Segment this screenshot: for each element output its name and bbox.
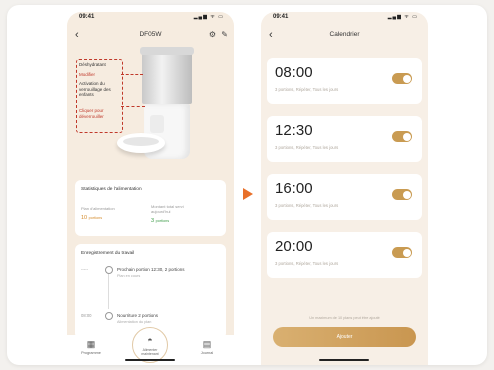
timeline-dot-icon [105,312,113,320]
status-time: 09:41 [79,14,95,20]
log-time: 08:00 [81,313,92,318]
callout-leader [121,74,143,75]
schedule-item[interactable]: 16:00 3 portions, Répéter, Tous les jour… [267,174,422,220]
log-title: Enregistrement du travail [81,251,135,256]
schedule-detail: 3 portions, Répéter, Tous les jours [275,261,339,266]
timeline-line [108,273,109,309]
log-text: Nourriture 2 portions [117,313,159,318]
log-subtext: Alimentation du plan [117,320,152,324]
status-bar: 09:41 ▂▄▆ ᯤ ▭ [67,12,234,26]
log-time: ----- [81,267,88,272]
schedule-detail: 3 portions, Répéter, Tous les jours [275,203,339,208]
nav-bar: ‹ DF05W ⚙ ✎ [67,28,234,46]
log-text: Prochain portion 12:30, 2 portions [117,267,185,272]
schedule-item[interactable]: 20:00 3 portions, Répéter, Tous les jour… [267,232,422,278]
arrow-right-icon [243,188,253,200]
schedule-time: 16:00 [275,180,313,197]
schedule-item[interactable]: 12:30 3 portions, Répéter, Tous les jour… [267,116,422,162]
edit-icon[interactable]: ✎ [221,30,228,39]
total-label: Montant total servi aujourd'hui [151,204,184,214]
work-log-panel: Enregistrement du travail ----- Prochain… [75,244,226,339]
log-row[interactable]: ----- Prochain portion 12:30, 2 portions… [81,266,220,309]
schedule-toggle[interactable] [392,131,412,142]
feed-now-label: Alimenter maintenant [141,348,159,357]
schedule-detail: 3 portions, Répéter, Tous les jours [275,145,339,150]
status-icons: ▂▄▆ ᯤ ▭ [193,14,224,20]
tab-label: Programme [81,351,101,355]
tab-programme[interactable]: ▦ Programme [71,339,111,355]
status-bar: 09:41 ▂▄▆ ᯤ ▭ [261,12,428,26]
feeding-stats-panel: Statistiques de l'alimentation Plan d'al… [75,180,226,236]
total-unit: portions [155,219,170,223]
home-indicator [125,359,175,361]
feeder-bowl [117,133,165,153]
total-number: 3 [151,218,155,224]
schedule-item[interactable]: 08:00 3 portions, Répéter, Tous les jour… [267,58,422,104]
plan-value: 10 portions [81,215,102,221]
timeline-dot-icon [105,266,113,274]
callout-leader [121,106,145,107]
home-indicator [319,359,369,361]
feeder-lid [140,47,194,55]
calendar-icon: ▦ [86,339,96,349]
tab-bar: ▦ Programme ◓ Alimenter maintenant ▤ Jou… [67,327,234,365]
max-plans-note: Un maximum de 10 plans peut être ajouté [309,316,380,320]
log-subtext: Plan en cours [117,274,141,278]
desiccant-modify-link[interactable]: Modifier [79,72,95,78]
feeder-spout [150,115,164,133]
schedule-toggle[interactable] [392,73,412,84]
schedule-toggle[interactable] [392,247,412,258]
plan-unit: portions [88,216,103,220]
status-icons: ▂▄▆ ᯤ ▭ [387,14,418,20]
schedule-screen: 09:41 ▂▄▆ ᯤ ▭ ‹ Calendrier 08:00 3 porti… [261,12,428,365]
plan-label: Plan d'alimentation [81,206,115,211]
tab-journal[interactable]: ▤ Journal [187,339,227,355]
schedule-time: 12:30 [275,122,313,139]
nav-bar: ‹ Calendrier [261,28,428,46]
desiccant-label[interactable]: Déshydratant [79,62,106,68]
child-lock-label[interactable]: Activation du verrouillage des enfants [79,81,117,98]
journal-icon: ▤ [202,339,212,349]
gear-icon[interactable]: ⚙ [209,30,216,39]
schedule-time: 20:00 [275,238,313,255]
child-lock-unlock-link[interactable]: Cliquer pour déverrouiller [79,108,117,119]
schedule-toggle[interactable] [392,189,412,200]
bowl-icon: ◓ [147,335,153,345]
tab-label: Journal [200,351,214,355]
page-title: Calendrier [329,31,360,38]
stats-title: Statistiques de l'alimentation [81,187,142,192]
add-schedule-button[interactable]: Ajouter [273,327,416,347]
feeder-hopper [142,50,192,104]
plan-number: 10 [81,215,88,221]
status-time: 09:41 [273,14,289,20]
schedule-time: 08:00 [275,64,313,81]
total-value: 3 portions [151,218,169,224]
device-screen: 09:41 ▂▄▆ ᯤ ▭ ‹ DF05W ⚙ ✎ Déshydratant M… [67,12,234,365]
schedule-detail: 3 portions, Répéter, Tous les jours [275,87,339,92]
feed-now-circle[interactable]: ◓ Alimenter maintenant [132,327,168,363]
